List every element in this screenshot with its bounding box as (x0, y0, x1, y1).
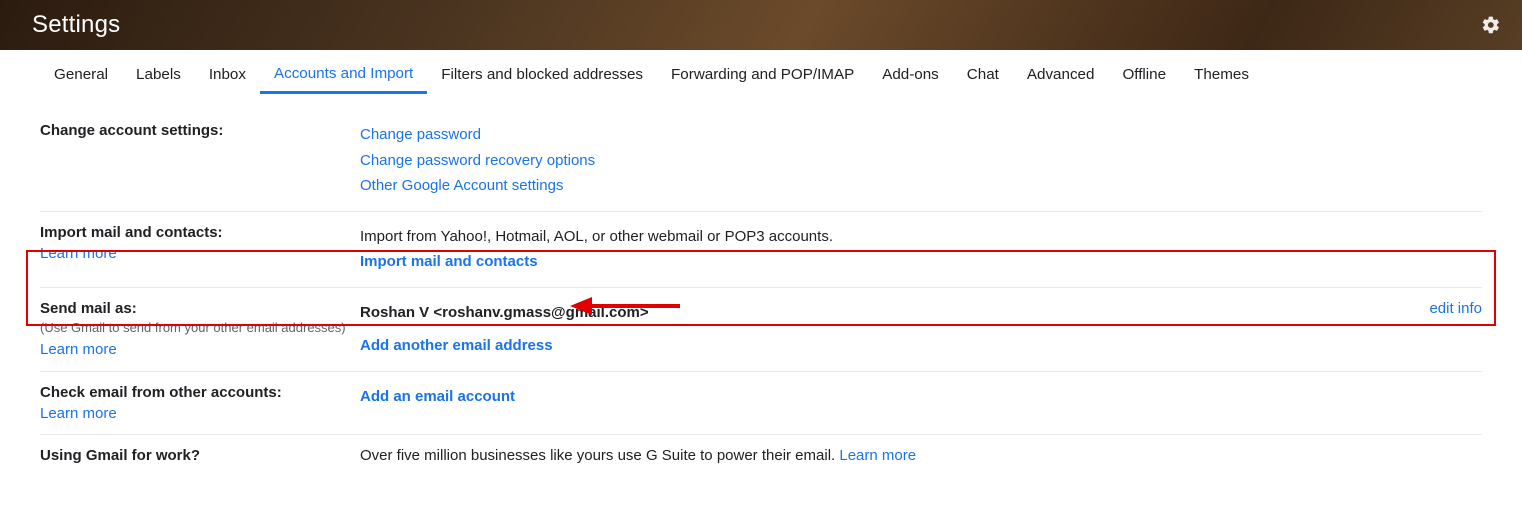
section-title: Import mail and contacts: (40, 224, 350, 241)
add-another-email-link[interactable]: Add another email address (360, 337, 553, 354)
gmail-work-description: Over five million businesses like yours … (360, 447, 839, 464)
tab-offline[interactable]: Offline (1108, 52, 1180, 93)
gear-icon[interactable] (1480, 14, 1502, 36)
tab-general[interactable]: General (40, 52, 122, 93)
tab-advanced[interactable]: Advanced (1013, 52, 1109, 93)
edit-info-link[interactable]: edit info (1429, 300, 1482, 317)
tab-filters[interactable]: Filters and blocked addresses (427, 52, 657, 93)
section-send-mail-as: Send mail as: (Use Gmail to send from yo… (40, 288, 1482, 372)
import-learn-more-link[interactable]: Learn more (40, 245, 117, 262)
import-mail-and-contacts-link[interactable]: Import mail and contacts (360, 253, 538, 270)
tab-accounts-and-import[interactable]: Accounts and Import (260, 51, 427, 94)
add-an-email-account-link[interactable]: Add an email account (360, 388, 515, 405)
other-account-settings-link[interactable]: Other Google Account settings (360, 177, 563, 194)
tab-forwarding[interactable]: Forwarding and POP/IMAP (657, 52, 868, 93)
section-change-account-settings: Change account settings: Change password… (40, 110, 1482, 212)
section-title: Change account settings: (40, 122, 350, 139)
section-check-email: Check email from other accounts: Learn m… (40, 372, 1482, 435)
section-import-mail-and-contacts: Import mail and contacts: Learn more Imp… (40, 212, 1482, 288)
section-title: Using Gmail for work? (40, 447, 350, 464)
section-title: Send mail as: (40, 300, 350, 317)
settings-tabs: General Labels Inbox Accounts and Import… (0, 50, 1522, 96)
send-mail-learn-more-link[interactable]: Learn more (40, 341, 117, 358)
section-gmail-for-work: Using Gmail for work? Over five million … (40, 435, 1482, 468)
settings-header: Settings (0, 0, 1522, 50)
settings-panel: General Labels Inbox Accounts and Import… (0, 50, 1522, 518)
tab-labels[interactable]: Labels (122, 52, 195, 93)
change-password-link[interactable]: Change password (360, 126, 481, 143)
tab-addons[interactable]: Add-ons (868, 52, 953, 93)
page-title: Settings (32, 11, 120, 39)
tab-chat[interactable]: Chat (953, 52, 1013, 93)
tab-themes[interactable]: Themes (1180, 52, 1263, 93)
import-description: Import from Yahoo!, Hotmail, AOL, or oth… (360, 224, 1482, 250)
section-title: Check email from other accounts: (40, 384, 350, 401)
tab-inbox[interactable]: Inbox (195, 52, 260, 93)
change-recovery-link[interactable]: Change password recovery options (360, 152, 595, 169)
gmail-work-learn-more-link[interactable]: Learn more (839, 447, 916, 464)
check-email-learn-more-link[interactable]: Learn more (40, 405, 117, 422)
send-mail-identity: Roshan V <roshanv.gmass@gmail.com> (360, 300, 1482, 326)
settings-content: Change account settings: Change password… (0, 96, 1522, 468)
section-subtitle: (Use Gmail to send from your other email… (40, 319, 350, 337)
